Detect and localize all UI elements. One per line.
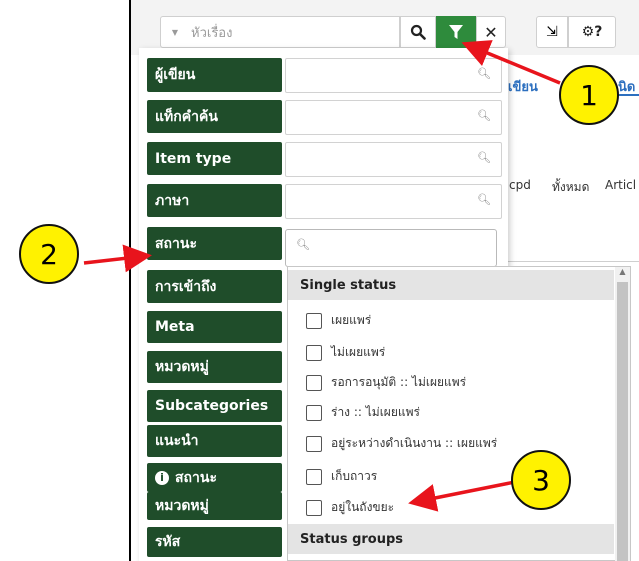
option-label: อยู่ระหว่างดำเนินงาน :: เผยแพร่ <box>331 436 498 450</box>
checkbox[interactable] <box>306 344 322 361</box>
window-border <box>129 0 131 561</box>
search-icon: 🔍︎ <box>296 238 310 251</box>
checkbox[interactable] <box>306 404 322 421</box>
filter-label-id: รหัส <box>147 527 282 557</box>
status-option[interactable]: ไม่เผยแพร่ <box>288 337 614 368</box>
search-button[interactable] <box>400 16 436 48</box>
filter-label-subcategories: Subcategories <box>147 390 282 422</box>
status-option[interactable]: อยู่ระหว่างดำเนินงาน :: เผยแพร่ <box>288 428 614 459</box>
option-label: เผยแพร่ <box>331 313 372 327</box>
option-label: เก็บถาวร <box>331 469 378 483</box>
settings-button[interactable]: ⚙? <box>568 16 616 48</box>
divider <box>505 261 639 262</box>
option-label: รอการอนุมัติ :: ไม่เผยแพร่ <box>331 375 467 389</box>
column-all[interactable]: ทั้งหมด <box>552 178 589 197</box>
option-label: อยู่ในถังขยะ <box>331 500 395 514</box>
filter-label-item-type: Item type <box>147 142 282 175</box>
filter-label-category-status: i สถานะ <box>147 463 282 492</box>
tab-author[interactable]: เขียน <box>508 76 538 97</box>
info-icon: i <box>155 470 169 485</box>
search-icon: 🔍︎ <box>477 193 491 206</box>
caret-down-icon[interactable]: ▼ <box>165 28 185 37</box>
arrow-2 <box>83 244 152 273</box>
column-article[interactable]: Articl <box>605 178 636 192</box>
search-icon: 🔍︎ <box>477 109 491 122</box>
status-filter-input[interactable]: 🔍︎ <box>285 229 497 267</box>
status-option[interactable]: เผยแพร่ <box>288 305 614 336</box>
status-option[interactable]: รอการอนุมัติ :: ไม่เผยแพร่ <box>288 367 614 398</box>
filter-label-access: การเข้าถึง <box>147 270 282 303</box>
language-filter-input[interactable]: 🔍︎ <box>285 184 502 219</box>
filter-label-category-status-2: หมวดหมู่ <box>147 492 282 520</box>
filter-label-language: ภาษา <box>147 184 282 217</box>
checkbox[interactable] <box>306 312 322 329</box>
checkbox[interactable] <box>306 499 322 516</box>
compress-icon: ⇲ <box>546 24 558 40</box>
search-field[interactable]: ▼ หัวเรื่อง <box>160 16 400 48</box>
filter-label-category: หมวดหมู่ <box>147 351 282 383</box>
filter-icon <box>449 25 463 39</box>
callout-2: 2 <box>19 224 79 284</box>
checkbox[interactable] <box>306 435 322 452</box>
status-option[interactable]: ร่าง :: ไม่เผยแพร่ <box>288 397 614 428</box>
item-type-filter-input[interactable]: 🔍︎ <box>285 142 502 177</box>
tags-filter-input[interactable]: 🔍︎ <box>285 100 502 135</box>
search-icon: 🔍︎ <box>477 151 491 164</box>
callout-1: 1 <box>559 65 619 125</box>
author-filter-input[interactable]: 🔍︎ <box>285 58 502 93</box>
option-label: ไม่เผยแพร่ <box>331 345 386 359</box>
column-cpd[interactable]: cpd <box>509 178 531 192</box>
close-icon: ✕ <box>484 22 498 42</box>
group-header-status-groups: Status groups <box>288 524 614 554</box>
checkbox[interactable] <box>306 374 322 391</box>
clear-button[interactable]: ✕ <box>476 16 506 48</box>
option-label: ร่าง :: ไม่เผยแพร่ <box>331 405 420 419</box>
filter-label-status: สถานะ <box>147 227 282 260</box>
search-icon <box>410 24 426 40</box>
filter-label-category-status-text: สถานะ <box>175 469 217 486</box>
filter-button[interactable] <box>436 16 476 48</box>
gear-icon: ⚙? <box>581 24 603 40</box>
scrollbar-thumb[interactable] <box>617 282 628 561</box>
search-icon: 🔍︎ <box>477 67 491 80</box>
search-placeholder: หัวเรื่อง <box>191 25 233 41</box>
filter-label-featured: แนะนำ <box>147 425 282 457</box>
checkbox[interactable] <box>306 468 322 485</box>
fullscreen-button[interactable]: ⇲ <box>536 16 568 48</box>
filter-label-meta: Meta <box>147 311 282 343</box>
group-header-single-status: Single status <box>288 270 614 300</box>
scroll-up-icon[interactable]: ▲ <box>615 267 630 281</box>
filter-label-tags: แท็กคำค้น <box>147 100 282 133</box>
callout-3: 3 <box>511 450 571 510</box>
filter-label-author: ผู้เขียน <box>147 58 282 92</box>
